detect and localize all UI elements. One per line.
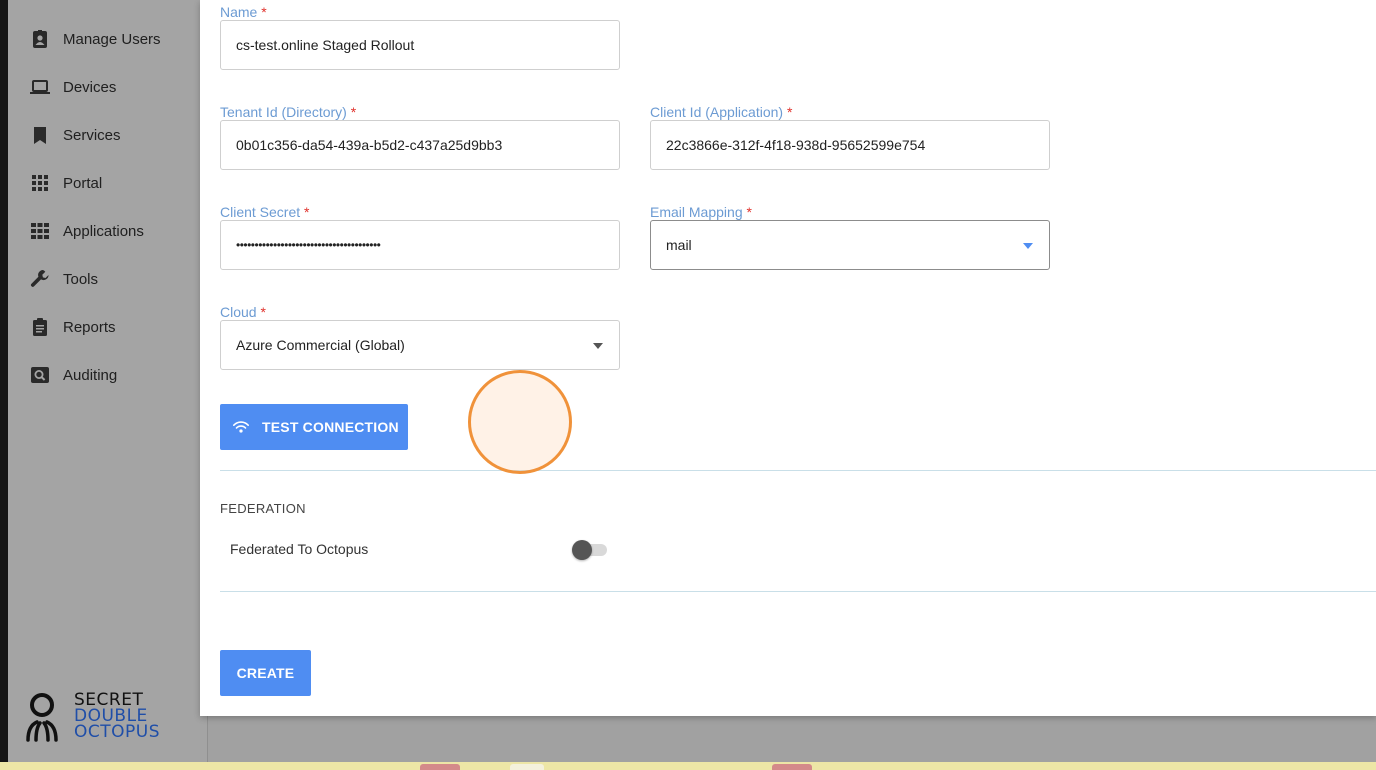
client-id-label: Client Id (Application) * bbox=[650, 104, 792, 120]
required-asterisk: * bbox=[261, 4, 267, 20]
click-highlight-indicator bbox=[468, 370, 572, 474]
client-id-input-value: 22c3866e-312f-4f18-938d-95652599e754 bbox=[666, 137, 926, 153]
sidebar-item-label: Applications bbox=[63, 222, 144, 240]
sidebar-item-manage-users[interactable]: Manage Users bbox=[30, 27, 161, 51]
taskbar-app-icon[interactable] bbox=[420, 764, 460, 770]
sidebar-item-label: Manage Users bbox=[63, 30, 161, 48]
name-input[interactable]: cs-test.online Staged Rollout bbox=[220, 20, 620, 70]
client-secret-label: Client Secret * bbox=[220, 204, 310, 220]
client-id-input[interactable]: 22c3866e-312f-4f18-938d-95652599e754 bbox=[650, 120, 1050, 170]
sidebar-item-label: Portal bbox=[63, 174, 103, 192]
sidebar-item-services[interactable]: Services bbox=[30, 123, 121, 147]
taskbar-app-icon[interactable] bbox=[510, 764, 544, 770]
section-divider bbox=[220, 591, 1376, 592]
cloud-select-value: Azure Commercial (Global) bbox=[236, 337, 405, 353]
wifi-icon bbox=[232, 421, 250, 433]
create-directory-modal: Name * cs-test.online Staged Rollout Ten… bbox=[200, 0, 1376, 716]
required-asterisk: * bbox=[746, 204, 752, 220]
user-badge-icon bbox=[33, 30, 47, 48]
client-secret-label-text: Client Secret bbox=[220, 204, 301, 220]
sidebar-item-tools[interactable]: Tools bbox=[30, 267, 98, 291]
sidebar-item-applications[interactable]: Applications bbox=[30, 219, 144, 243]
sidebar-item-label: Auditing bbox=[63, 366, 118, 384]
logo-text-line3: OCTOPUS bbox=[74, 722, 161, 742]
sidebar-item-portal[interactable]: Portal bbox=[30, 171, 102, 195]
sidebar-item-label: Devices bbox=[63, 78, 117, 96]
sidebar-item-label: Services bbox=[63, 126, 121, 144]
tenant-id-input[interactable]: 0b01c356-da54-439a-b5d2-c437a25d9bb3 bbox=[220, 120, 620, 170]
toggle-thumb bbox=[572, 540, 592, 560]
name-label-text: Name bbox=[220, 4, 258, 20]
apps-grid-icon bbox=[31, 223, 49, 239]
sidebar-item-devices[interactable]: Devices bbox=[30, 75, 116, 99]
cloud-select[interactable]: Azure Commercial (Global) bbox=[220, 320, 620, 370]
bookmark-icon bbox=[34, 127, 46, 144]
taskbar-app-icon[interactable] bbox=[772, 764, 812, 770]
name-input-value: cs-test.online Staged Rollout bbox=[236, 37, 415, 53]
federation-section-title: FEDERATION bbox=[220, 501, 306, 516]
client-secret-input[interactable]: ••••••••••••••••••••••••••••••••••••••• bbox=[220, 220, 620, 270]
taskbar-strip bbox=[0, 762, 1376, 770]
required-asterisk: * bbox=[304, 204, 310, 220]
cloud-label-text: Cloud bbox=[220, 304, 257, 320]
email-mapping-select-value: mail bbox=[666, 237, 692, 253]
section-divider bbox=[220, 470, 1376, 471]
grid-icon bbox=[32, 175, 48, 191]
tenant-id-label-text: Tenant Id (Directory) bbox=[220, 104, 347, 120]
wrench-icon bbox=[30, 270, 49, 287]
email-mapping-label: Email Mapping * bbox=[650, 204, 752, 220]
name-label: Name * bbox=[220, 4, 267, 20]
email-mapping-label-text: Email Mapping bbox=[650, 204, 743, 220]
client-secret-input-value: ••••••••••••••••••••••••••••••••••••••• bbox=[236, 238, 381, 252]
email-mapping-select[interactable]: mail bbox=[650, 220, 1050, 270]
sidebar-item-label: Tools bbox=[63, 270, 99, 288]
tenant-id-label: Tenant Id (Directory) * bbox=[220, 104, 356, 120]
window-edge bbox=[0, 0, 8, 770]
federated-to-octopus-toggle[interactable] bbox=[572, 540, 608, 560]
chevron-down-icon bbox=[593, 343, 603, 349]
company-logo: SECRET DOUBLE OCTOPUS bbox=[22, 692, 160, 744]
sidebar-item-auditing[interactable]: Auditing bbox=[30, 363, 117, 387]
search-box-icon bbox=[31, 367, 49, 383]
clipboard-icon bbox=[33, 318, 47, 336]
cloud-label: Cloud * bbox=[220, 304, 266, 320]
test-connection-label: TEST CONNECTION bbox=[262, 419, 399, 435]
required-asterisk: * bbox=[260, 304, 266, 320]
laptop-icon bbox=[30, 80, 50, 94]
octopus-logo-icon bbox=[26, 693, 58, 742]
create-button[interactable]: CREATE bbox=[220, 650, 311, 696]
test-connection-button[interactable]: TEST CONNECTION bbox=[220, 404, 408, 450]
required-asterisk: * bbox=[350, 104, 357, 120]
sidebar-item-label: Reports bbox=[63, 318, 116, 336]
client-id-label-text: Client Id (Application) bbox=[650, 104, 784, 120]
create-button-label: CREATE bbox=[236, 665, 295, 681]
sidebar-item-reports[interactable]: Reports bbox=[30, 315, 116, 339]
required-asterisk: * bbox=[786, 104, 793, 120]
tenant-id-input-value: 0b01c356-da54-439a-b5d2-c437a25d9bb3 bbox=[236, 137, 503, 153]
chevron-down-icon bbox=[1023, 243, 1033, 249]
sidebar: Manage Users Devices Services Portal App… bbox=[8, 0, 208, 762]
federated-toggle-label: Federated To Octopus bbox=[230, 541, 369, 557]
